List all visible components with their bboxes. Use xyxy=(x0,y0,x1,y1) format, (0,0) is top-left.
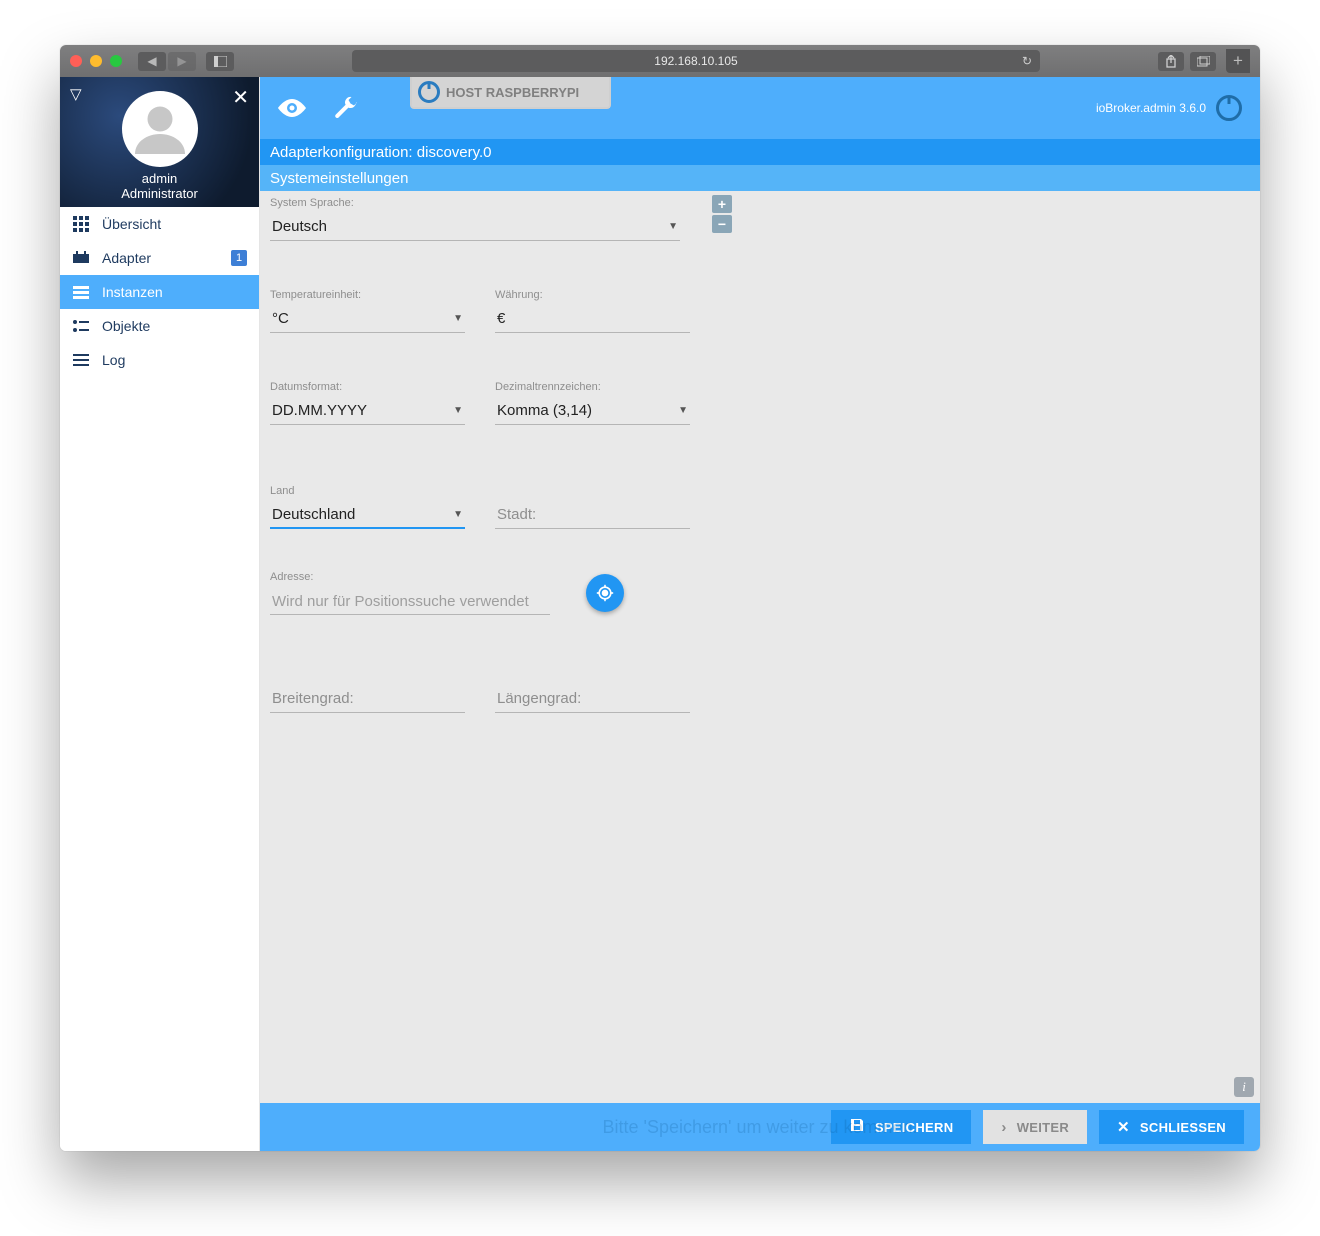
footer: Bitte 'Speichern' um weiter zu kommen. S… xyxy=(260,1103,1260,1151)
chevron-down-icon: ▼ xyxy=(453,405,463,416)
language-select[interactable]: Deutsch ▼ xyxy=(270,213,680,241)
sidebar-item-adapter[interactable]: Adapter 1 xyxy=(60,241,259,275)
window-controls[interactable] xyxy=(70,55,122,67)
maximize-window-icon[interactable] xyxy=(110,55,122,67)
user-name: admin xyxy=(142,171,177,186)
wrench-icon[interactable] xyxy=(334,96,358,120)
address-bar[interactable]: 192.168.10.105 ↻ xyxy=(352,50,1040,72)
currency-input[interactable] xyxy=(495,305,690,333)
url-text: 192.168.10.105 xyxy=(654,54,737,68)
config-title: Adapterkonfiguration: discovery.0 xyxy=(270,144,492,161)
locate-button[interactable] xyxy=(586,574,624,612)
user-role: Administrator xyxy=(121,186,198,201)
info-button[interactable]: i xyxy=(1234,1077,1254,1097)
section-title: Systemeinstellungen xyxy=(270,170,408,187)
minimize-window-icon[interactable] xyxy=(90,55,102,67)
app-version: ioBroker.admin 3.6.0 xyxy=(1096,101,1206,115)
host-label: HOST RASPBERRYPI xyxy=(446,85,579,100)
save-icon xyxy=(849,1117,865,1137)
longitude-input[interactable] xyxy=(495,685,690,713)
zoom-out-button[interactable]: − xyxy=(712,215,732,233)
sidebar-item-label: Objekte xyxy=(102,318,150,334)
form-area: + − System Sprache: Deutsch ▼ xyxy=(260,191,1260,1103)
next-button[interactable]: › WEITER xyxy=(983,1110,1087,1144)
reload-icon[interactable]: ↻ xyxy=(1022,54,1032,68)
latitude-input[interactable] xyxy=(270,685,465,713)
save-button[interactable]: SPEICHERN xyxy=(831,1110,972,1144)
field-label: System Sprache: xyxy=(270,197,680,209)
field-label: Datumsformat: xyxy=(270,381,465,393)
config-title-bar: Adapterkonfiguration: discovery.0 xyxy=(260,139,1260,165)
topbar: HOST RASPBERRYPI ioBroker.admin 3.6.0 xyxy=(260,77,1260,139)
chevron-down-icon: ▼ xyxy=(668,221,678,232)
browser-toolbar: ◀ ▶ 192.168.10.105 ↻ + xyxy=(60,45,1260,77)
share-button[interactable] xyxy=(1158,52,1184,71)
iobroker-logo-icon xyxy=(418,81,440,103)
sidebar-item-instances[interactable]: Instanzen xyxy=(60,275,259,309)
section-title-bar: Systemeinstellungen xyxy=(260,165,1260,191)
sidebar-item-objects[interactable]: Objekte xyxy=(60,309,259,343)
sidebar: ▽ ✕ admin Administrator Übersicht xyxy=(60,77,260,1151)
close-window-icon[interactable] xyxy=(70,55,82,67)
field-label: Dezimaltrennzeichen: xyxy=(495,381,690,393)
close-button[interactable]: ✕ SCHLIESSEN xyxy=(1099,1110,1244,1144)
new-tab-button[interactable]: + xyxy=(1226,49,1250,73)
sidebar-item-log[interactable]: Log xyxy=(60,343,259,377)
field-label: Adresse: xyxy=(270,571,550,583)
sidebar-toggle-button[interactable] xyxy=(206,52,234,71)
tabs-button[interactable] xyxy=(1190,52,1216,71)
decimal-select[interactable]: Komma (3,14) ▼ xyxy=(495,397,690,425)
avatar[interactable] xyxy=(122,91,198,167)
sidebar-item-label: Instanzen xyxy=(102,284,163,300)
sidebar-header: ▽ ✕ admin Administrator xyxy=(60,77,259,207)
city-input[interactable] xyxy=(495,501,690,529)
button-label: WEITER xyxy=(1017,1120,1069,1135)
select-value: Komma (3,14) xyxy=(497,402,592,419)
adapter-icon xyxy=(72,249,90,267)
address-input[interactable] xyxy=(270,587,550,615)
chevron-down-icon: ▼ xyxy=(453,313,463,324)
close-icon[interactable]: ✕ xyxy=(232,85,249,110)
chevron-down-icon: ▼ xyxy=(453,509,463,520)
objects-icon xyxy=(72,317,90,335)
button-label: SPEICHERN xyxy=(875,1120,954,1135)
badge: 1 xyxy=(231,250,247,266)
close-icon: ✕ xyxy=(1117,1118,1130,1136)
zoom-control: + − xyxy=(712,195,732,233)
button-label: SCHLIESSEN xyxy=(1140,1120,1226,1135)
sidebar-item-label: Adapter xyxy=(102,250,151,266)
field-label: Temperatureinheit: xyxy=(270,289,465,301)
forward-button[interactable]: ▶ xyxy=(168,52,196,71)
chevron-right-icon: › xyxy=(1001,1119,1006,1136)
select-value: Deutschland xyxy=(272,506,355,523)
iobroker-logo-icon[interactable] xyxy=(1216,95,1242,121)
log-icon xyxy=(72,351,90,369)
sidebar-item-overview[interactable]: Übersicht xyxy=(60,207,259,241)
sidebar-item-label: Übersicht xyxy=(102,216,161,232)
eye-icon[interactable] xyxy=(278,99,306,117)
chevron-down-icon[interactable]: ▽ xyxy=(70,85,82,103)
zoom-in-button[interactable]: + xyxy=(712,195,732,213)
country-select[interactable]: Deutschland ▼ xyxy=(270,501,465,529)
select-value: DD.MM.YYYY xyxy=(272,402,367,419)
host-chip[interactable]: HOST RASPBERRYPI xyxy=(410,77,611,109)
field-label: Land xyxy=(270,485,465,497)
field-label: Währung: xyxy=(495,289,690,301)
temperature-select[interactable]: °C ▼ xyxy=(270,305,465,333)
select-value: Deutsch xyxy=(272,218,327,235)
chevron-down-icon: ▼ xyxy=(678,405,688,416)
grid-icon xyxy=(72,215,90,233)
dateformat-select[interactable]: DD.MM.YYYY ▼ xyxy=(270,397,465,425)
instances-icon xyxy=(72,283,90,301)
back-button[interactable]: ◀ xyxy=(138,52,166,71)
sidebar-item-label: Log xyxy=(102,352,125,368)
select-value: °C xyxy=(272,310,289,327)
